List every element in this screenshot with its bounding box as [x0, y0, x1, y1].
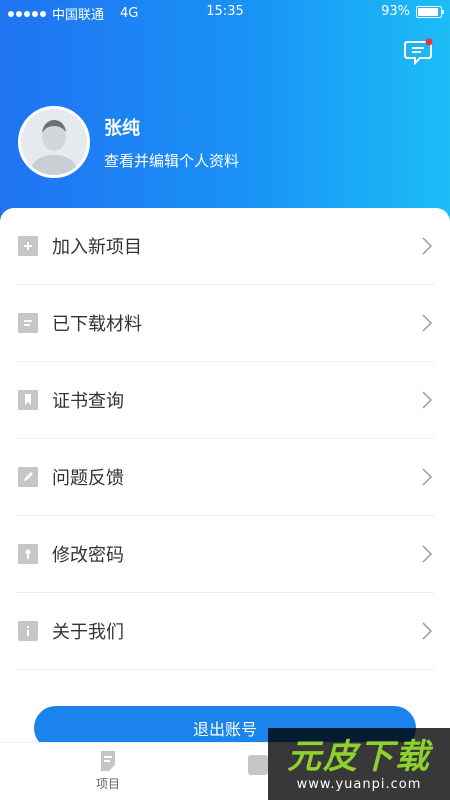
tab-label: 项目 — [96, 777, 121, 791]
menu-item-certificate-query[interactable]: 证书查询 — [16, 362, 434, 439]
menu-item-label: 关于我们 — [52, 622, 124, 643]
chevron-right-icon — [422, 237, 432, 255]
bookmark-icon — [18, 390, 38, 410]
menu-item-label: 加入新项目 — [52, 237, 142, 258]
profile-tab-icon — [248, 755, 268, 775]
status-bar: 中国联通 4G 15:35 93% — [0, 0, 450, 24]
profile-summary[interactable]: 张纯 查看并编辑个人资料 — [18, 106, 239, 178]
watermark-url: www.yuanpi.com — [296, 776, 422, 792]
pencil-icon — [18, 467, 38, 487]
menu-item-about-us[interactable]: 关于我们 — [16, 593, 434, 670]
document-icon — [18, 313, 38, 333]
menu-item-join-project[interactable]: 加入新项目 — [16, 208, 434, 285]
user-name: 张纯 — [104, 117, 140, 139]
menu-item-feedback[interactable]: 问题反馈 — [16, 439, 434, 516]
edit-profile-link[interactable]: 查看并编辑个人资料 — [104, 150, 239, 171]
chevron-right-icon — [422, 468, 432, 486]
profile-header: 中国联通 4G 15:35 93% 张纯 查看并编辑个人资料 — [0, 0, 450, 240]
settings-menu: 加入新项目 已下载材料 证书查询 问题反馈 修改密码 关于我们 — [0, 208, 450, 670]
watermark-logo-text: 元皮下载 — [287, 736, 431, 777]
menu-item-downloaded-materials[interactable]: 已下载材料 — [16, 285, 434, 362]
message-icon — [404, 38, 433, 66]
key-icon — [18, 544, 38, 564]
chevron-right-icon — [422, 314, 432, 332]
add-document-icon — [18, 236, 38, 256]
tab-projects[interactable]: 项目 — [96, 749, 120, 792]
avatar[interactable] — [18, 106, 90, 178]
project-icon — [101, 751, 115, 771]
battery-icon — [416, 5, 444, 18]
menu-item-label: 修改密码 — [52, 545, 124, 566]
menu-item-label: 证书查询 — [52, 391, 124, 412]
menu-card: 加入新项目 已下载材料 证书查询 问题反馈 修改密码 关于我们 退出账号 — [0, 208, 450, 800]
message-button[interactable] — [404, 38, 434, 66]
message-badge — [425, 38, 433, 46]
battery-percent: 93% — [381, 4, 410, 19]
chevron-right-icon — [422, 391, 432, 409]
menu-item-label: 已下载材料 — [52, 314, 142, 335]
chevron-right-icon — [422, 545, 432, 563]
info-icon — [18, 621, 38, 641]
avatar-person-icon — [21, 109, 87, 175]
menu-item-label: 问题反馈 — [52, 468, 124, 489]
tab-profile[interactable] — [246, 753, 270, 777]
chevron-right-icon — [422, 622, 432, 640]
menu-item-change-password[interactable]: 修改密码 — [16, 516, 434, 593]
site-watermark: 元皮下载 www.yuanpi.com — [268, 728, 450, 800]
